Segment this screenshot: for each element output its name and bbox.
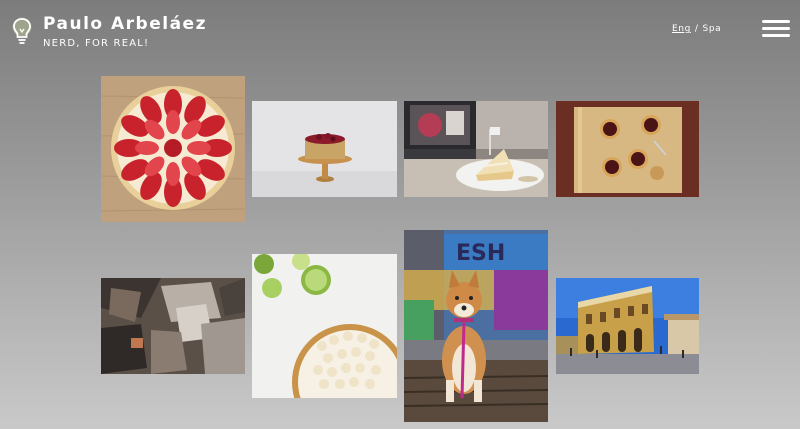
site-title[interactable]: Paulo Arbeláez xyxy=(43,14,207,34)
menu-bar xyxy=(762,34,790,37)
menu-bar xyxy=(762,27,790,30)
cake-slice-and-laptop-photo[interactable] xyxy=(404,101,548,197)
language-option-eng[interactable]: Eng xyxy=(672,24,691,34)
lightbulb-icon[interactable] xyxy=(11,16,33,46)
language-switcher: Eng / Spa xyxy=(672,24,721,34)
shiba-dog-graffiti-photo[interactable]: ESH xyxy=(404,230,548,422)
cake-on-stand-photo[interactable] xyxy=(252,101,397,197)
hamburger-menu-icon[interactable] xyxy=(762,20,790,38)
mini-tarts-on-board-photo[interactable] xyxy=(556,101,699,197)
menu-bar xyxy=(762,20,790,23)
site-header: Paulo Arbeláez NERD, FOR REAL! Eng / Spa xyxy=(0,0,800,60)
aerial-rooftops-photo[interactable] xyxy=(101,278,245,374)
language-option-spa[interactable]: Spa xyxy=(703,24,722,34)
svg-text:ESH: ESH xyxy=(456,241,505,266)
site-tagline: NERD, FOR REAL! xyxy=(43,38,150,49)
lime-meringue-tart-photo[interactable] xyxy=(252,254,397,398)
colonial-plaza-photo[interactable] xyxy=(556,278,699,374)
strawberry-tart-photo[interactable] xyxy=(101,76,245,222)
language-separator: / xyxy=(694,24,699,34)
